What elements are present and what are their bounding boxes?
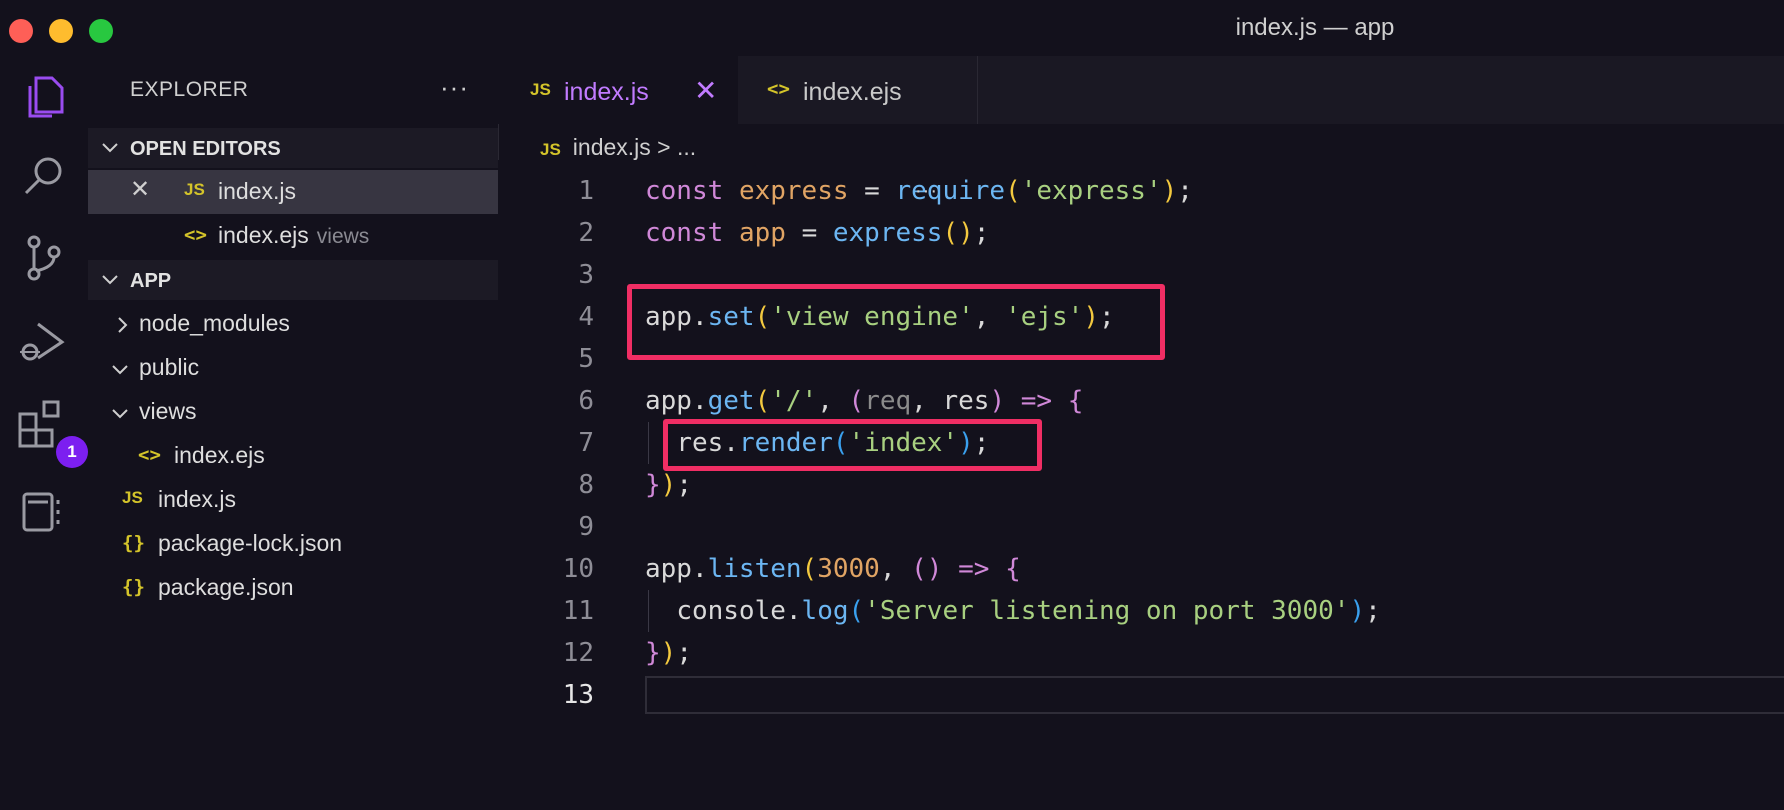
ejs-file-icon: <>: [138, 444, 161, 466]
tab-index-js[interactable]: JS index.js ✕: [498, 56, 738, 124]
app-section-title: APP: [130, 270, 172, 292]
line-number: 12: [562, 638, 594, 668]
remote-explorer-icon[interactable]: [14, 482, 74, 542]
open-editor-label: index.js: [218, 178, 296, 204]
line-number: 5: [578, 344, 594, 374]
json-file-icon: {}: [122, 576, 145, 598]
code-line: 2 const app = express();: [498, 212, 1784, 254]
line-number: 2: [578, 218, 594, 248]
tree-item-package-lock-json[interactable]: {} package-lock.json: [88, 522, 498, 566]
open-editor-item-index-ejs[interactable]: <> index.ejs views: [88, 214, 498, 258]
line-number: 7: [578, 428, 594, 458]
indent-guide: [648, 422, 649, 464]
code-text: const app = express();: [645, 218, 990, 248]
close-icon[interactable]: ✕: [694, 74, 717, 107]
code-line: 11 console.log('Server listening on port…: [498, 590, 1784, 632]
window-title: index.js — app: [1235, 14, 1395, 41]
breadcrumb-file[interactable]: index.js: [573, 134, 651, 160]
app-section[interactable]: APP: [88, 260, 498, 300]
tree-item-views[interactable]: views: [88, 390, 498, 434]
code-line: 1 const express = require('express');: [498, 170, 1784, 212]
line-number: 10: [562, 554, 594, 584]
js-file-icon: JS: [122, 488, 143, 507]
code-text: console.log('Server listening on port 30…: [676, 596, 1381, 626]
code-text: });: [645, 638, 692, 668]
ejs-file-icon: <>: [767, 78, 790, 100]
js-file-icon: JS: [540, 140, 561, 159]
code-line-current: 13: [498, 674, 1784, 716]
breadcrumb[interactable]: JS index.js > ...: [540, 134, 696, 161]
extensions-icon[interactable]: 1: [14, 396, 88, 468]
tree-item-label: index.js: [158, 486, 236, 512]
tree-item-label: node_modules: [139, 310, 290, 336]
editor-tabs: JS index.js ✕ <> index.ejs: [498, 56, 1784, 124]
maximize-window-button[interactable]: [89, 19, 113, 43]
extensions-badge: 1: [56, 436, 88, 468]
highlight-box-app-set: [627, 284, 1165, 360]
source-control-icon[interactable]: [14, 228, 74, 288]
open-editor-folder-hint: views: [316, 225, 370, 248]
code-line: 10 app.listen(3000, () => {: [498, 548, 1784, 590]
close-window-button[interactable]: [9, 19, 33, 43]
chevron-down-icon: [110, 402, 130, 429]
highlight-box-res-render: [663, 419, 1042, 471]
chevron-down-icon: [110, 358, 130, 385]
explorer-header: EXPLORER: [130, 78, 249, 101]
code-line: 12 });: [498, 632, 1784, 674]
tree-item-public[interactable]: public: [88, 346, 498, 390]
line-number: 11: [562, 596, 594, 626]
tab-label: index.js: [564, 78, 649, 106]
explorer-sidebar: EXPLORER ··· OPEN EDITORS ✕ JS index.js …: [88, 56, 499, 810]
chevron-down-icon: [100, 137, 120, 163]
tree-item-index-js[interactable]: JS index.js: [88, 478, 498, 522]
tree-item-index-ejs[interactable]: <> index.ejs: [88, 434, 498, 478]
open-editors-section[interactable]: OPEN EDITORS: [88, 128, 498, 168]
line-number: 3: [578, 260, 594, 290]
line-number: 9: [578, 512, 594, 542]
minimize-window-button[interactable]: [49, 19, 73, 43]
current-line-highlight: [645, 676, 1784, 714]
explorer-icon[interactable]: [14, 66, 74, 126]
tree-item-label: views: [139, 398, 197, 424]
tree-item-label: package.json: [158, 574, 294, 600]
js-file-icon: JS: [184, 180, 205, 199]
more-actions-button[interactable]: ···: [440, 72, 469, 103]
title-bar: index.js — app: [0, 0, 1784, 56]
breadcrumb-rest[interactable]: > ...: [657, 134, 696, 160]
tree-item-label: package-lock.json: [158, 530, 343, 556]
line-number: 6: [578, 386, 594, 416]
line-number: 13: [562, 680, 594, 710]
open-editors-title: OPEN EDITORS: [130, 138, 281, 160]
search-icon[interactable]: [14, 146, 74, 206]
json-file-icon: {}: [122, 532, 145, 554]
run-debug-icon[interactable]: [14, 312, 74, 372]
ejs-file-icon: <>: [184, 224, 207, 246]
code-text: app.listen(3000, () => {: [645, 554, 1021, 584]
tree-item-label: index.ejs: [174, 442, 265, 468]
tree-item-label: public: [139, 354, 200, 380]
chevron-right-icon: [114, 314, 132, 341]
tab-index-ejs[interactable]: <> index.ejs: [739, 56, 978, 124]
tab-label: index.ejs: [803, 78, 902, 106]
open-editor-label: index.ejs: [218, 222, 309, 248]
code-text: });: [645, 470, 692, 500]
code-line: 9: [498, 506, 1784, 548]
activity-bar: 1: [0, 56, 88, 810]
chevron-down-icon: [100, 269, 120, 295]
line-number: 8: [578, 470, 594, 500]
close-icon[interactable]: ✕: [130, 175, 150, 204]
line-number: 1: [578, 176, 594, 206]
code-line: 6 app.get('/', (req, res) => {: [498, 380, 1784, 422]
hint-dots: ···: [915, 180, 938, 202]
code-editor[interactable]: 1 const express = require('express'); 2 …: [498, 160, 1784, 810]
tree-item-node-modules[interactable]: node_modules: [88, 302, 498, 346]
tree-item-package-json[interactable]: {} package.json: [88, 566, 498, 610]
code-text: app.get('/', (req, res) => {: [645, 386, 1084, 416]
js-file-icon: JS: [530, 80, 551, 99]
open-editor-item-index-js[interactable]: ✕ JS index.js: [88, 170, 498, 214]
line-number: 4: [578, 302, 594, 332]
